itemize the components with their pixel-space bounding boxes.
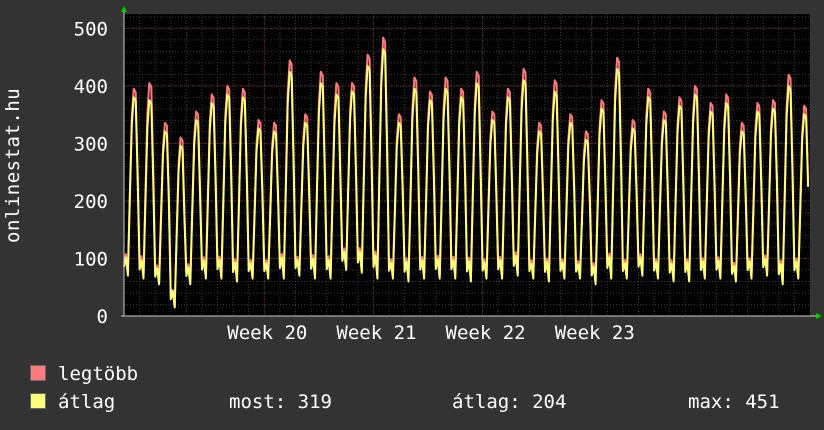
y-tick-label: 200 [74, 191, 108, 213]
vertical-axis-label: onlinestat.hu [2, 87, 24, 243]
legend-swatch-legtobb [30, 365, 46, 381]
y-tick-label: 400 [74, 76, 108, 98]
y-tick-label: 300 [74, 133, 108, 155]
legend-swatch-atlag [30, 393, 46, 409]
x-tick-label: Week 21 [336, 322, 416, 344]
y-axis-arrow-icon [121, 6, 127, 12]
y-tick-labels: 0 100 200 300 400 500 [74, 18, 108, 328]
stat-current: most: 319 [229, 391, 332, 413]
legend-label-legtobb: legtöbb [58, 363, 139, 385]
x-axis-arrow-icon [816, 313, 822, 319]
x-tick-label: Week 23 [555, 322, 635, 344]
y-tick-label: 500 [74, 18, 108, 40]
legend-item-legtobb: legtöbb [30, 363, 138, 385]
stat-maximum: max: 451 [688, 391, 780, 413]
stat-average: átlag: 204 [452, 391, 567, 413]
x-tick-label: Week 20 [227, 322, 307, 344]
x-tick-labels: Week 20 Week 21 Week 22 Week 23 [227, 322, 634, 344]
legend-label-atlag: átlag [58, 391, 116, 413]
x-tick-label: Week 22 [446, 322, 526, 344]
y-tick-label: 0 [97, 306, 108, 328]
y-tick-label: 100 [74, 248, 108, 270]
legend-item-atlag: átlag [30, 391, 115, 413]
